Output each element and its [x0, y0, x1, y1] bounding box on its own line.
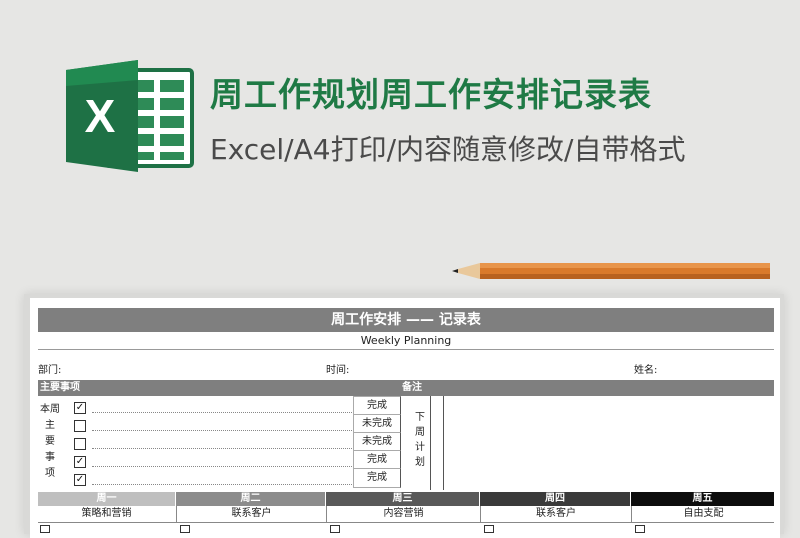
item-checkbox[interactable] [74, 438, 86, 450]
page-title: 周工作规划周工作安排记录表 [210, 75, 652, 114]
page-subtitle: Excel/A4打印/内容随意修改/自带格式 [210, 133, 686, 166]
day-header-wed: 周三 [326, 492, 479, 506]
day-header-fri: 周五 [631, 492, 774, 506]
pencil-icon [452, 263, 770, 279]
day-topic: 内容营销 [326, 506, 480, 522]
item-line[interactable] [92, 412, 352, 413]
day-checkbox[interactable] [330, 525, 340, 533]
day-checkbox[interactable] [484, 525, 494, 533]
check-icon: ✓ [75, 474, 85, 485]
check-icon: ✓ [75, 402, 85, 413]
day-header-thu: 周四 [480, 492, 630, 506]
item-status: 完成 [353, 450, 401, 470]
item-status: 完成 [353, 396, 401, 416]
item-line[interactable] [92, 430, 352, 431]
main-items-label: 主要事项 [40, 382, 80, 393]
weekday-topic-row: 策略和营销 联系客户 内容营销 联系客户 自由支配 [38, 506, 774, 523]
day-header-mon: 周一 [38, 492, 175, 506]
item-status: 完成 [353, 468, 401, 488]
item-line[interactable] [92, 466, 352, 467]
item-status: 未完成 [353, 414, 401, 434]
day-checkbox[interactable] [635, 525, 645, 533]
main-items-grid: 本周 主 要 事 项 ✓ ✓ ✓ 完成 未完成 未完成 完成 完成 下 周 计 … [38, 396, 774, 490]
item-line[interactable] [92, 484, 352, 485]
section-bar: 主要事项 备注 [38, 380, 774, 396]
remarks-label: 备注 [402, 382, 422, 393]
item-checkbox[interactable]: ✓ [74, 474, 86, 486]
check-icon: ✓ [75, 456, 85, 467]
day-header-tue: 周二 [176, 492, 325, 506]
name-label: 姓名: [634, 365, 658, 376]
excel-logo-icon: X [66, 60, 194, 172]
weekday-header-row: 周一 周二 周三 周四 周五 [38, 492, 774, 506]
day-checkbox[interactable] [180, 525, 190, 533]
time-label: 时间: [326, 365, 350, 376]
sheet-header-en: Weekly Planning [38, 332, 774, 350]
item-checkbox[interactable]: ✓ [74, 456, 86, 468]
svg-text:X: X [85, 90, 116, 142]
item-checkbox[interactable] [74, 420, 86, 432]
planning-sheet: 周工作安排 —— 记录表 Weekly Planning 部门: 时间: 姓名:… [30, 298, 780, 538]
day-topic: 联系客户 [176, 506, 326, 522]
divider [430, 396, 431, 490]
dept-label: 部门: [38, 365, 62, 376]
week-main-items-label: 本周 主 要 事 项 [40, 404, 60, 479]
day-topic: 策略和营销 [81, 508, 132, 519]
day-topic: 联系客户 [480, 506, 631, 522]
item-line[interactable] [92, 448, 352, 449]
next-week-plan-label: 下 周 计 划 [415, 412, 425, 468]
day-topic: 自由支配 [631, 506, 775, 522]
day-checkbox-row [38, 523, 774, 533]
item-checkbox[interactable]: ✓ [74, 402, 86, 414]
item-status: 未完成 [353, 432, 401, 452]
sheet-header-title: 周工作安排 —— 记录表 [38, 308, 774, 332]
divider [443, 396, 444, 490]
day-checkbox[interactable] [40, 525, 50, 533]
